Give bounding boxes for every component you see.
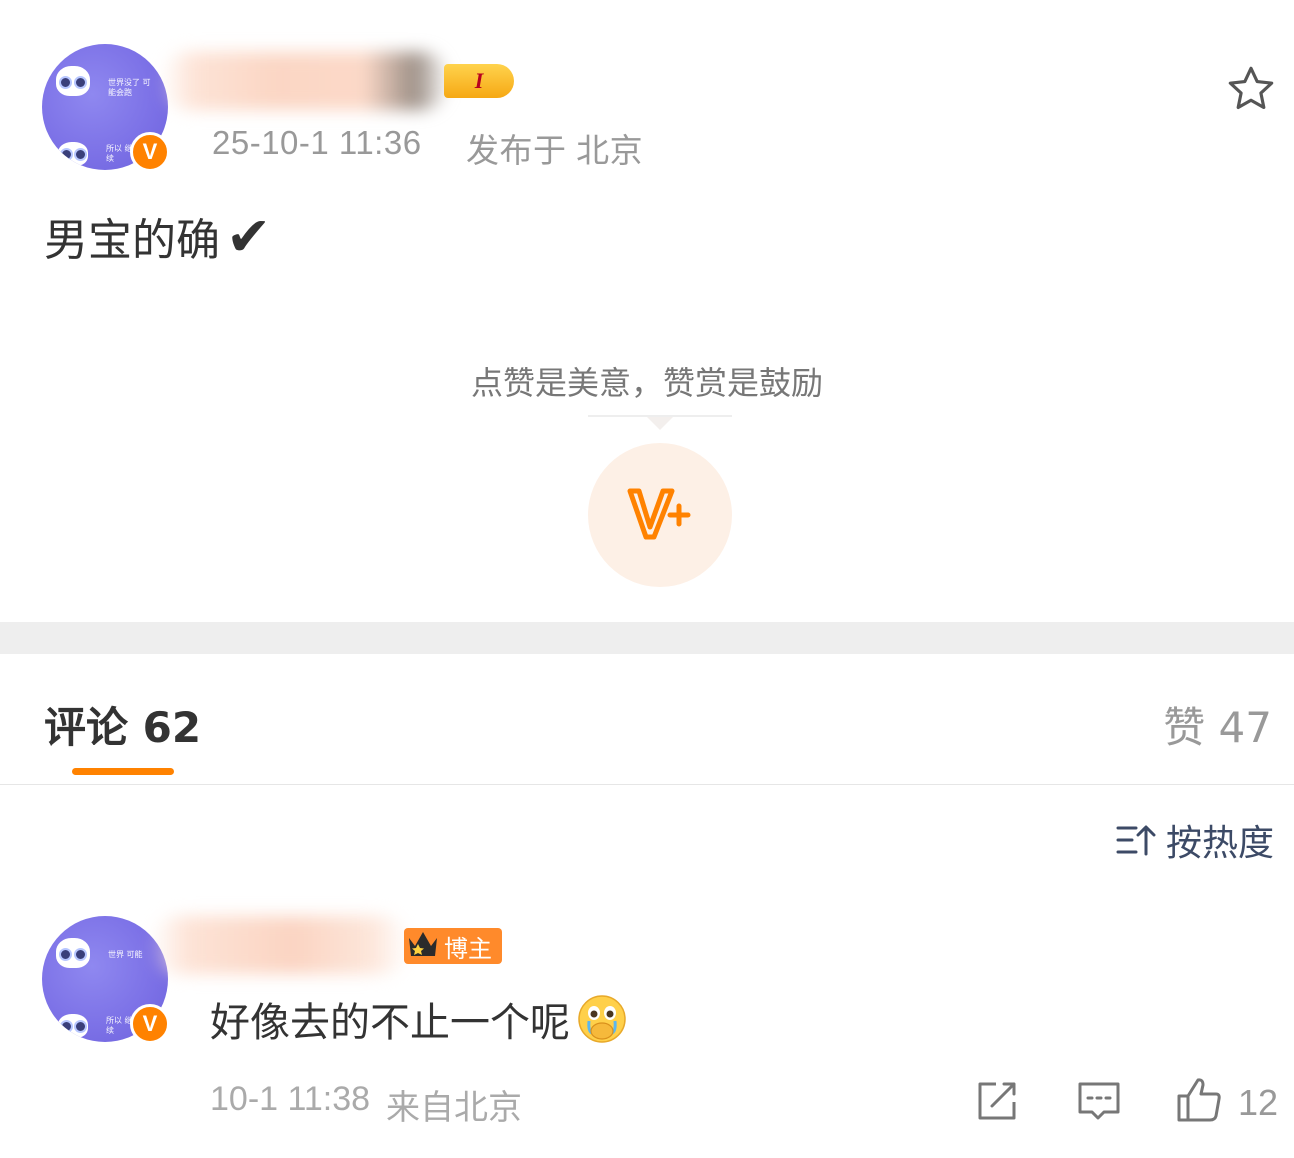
avatar-character bbox=[56, 66, 90, 96]
post-body-text: 男宝的确 bbox=[44, 215, 220, 266]
tab-active-indicator bbox=[72, 768, 174, 775]
avatar-caption-top: 世界 可能 bbox=[108, 950, 143, 959]
comment-body: 好像去的不止一个呢 bbox=[210, 990, 628, 1048]
author-name-blurred[interactable] bbox=[160, 52, 450, 110]
avatar-character bbox=[56, 938, 90, 968]
avatar-caption-top: 世界没了 可能会跑 bbox=[108, 78, 151, 97]
sort-by-hot-button[interactable]: 按热度 bbox=[1116, 814, 1274, 866]
comment-location: 来自北京 bbox=[386, 1089, 522, 1127]
comment-author-name-blurred[interactable] bbox=[150, 916, 410, 974]
avatar-character-2 bbox=[58, 1014, 88, 1038]
post-timestamp: 25-10-1 11:36 bbox=[212, 124, 422, 161]
section-divider bbox=[0, 622, 1294, 654]
comment-like-count: 12 bbox=[1238, 1082, 1279, 1123]
favorite-star-icon[interactable] bbox=[1224, 62, 1278, 116]
check-mark-emoji: ✔ bbox=[226, 204, 272, 268]
avatar-character-2 bbox=[58, 142, 88, 166]
reward-v-plus-icon bbox=[627, 488, 691, 540]
crown-icon bbox=[409, 932, 437, 956]
verified-badge: V bbox=[130, 132, 170, 172]
sort-icon bbox=[1116, 825, 1156, 856]
comment-verified-badge: V bbox=[130, 1004, 170, 1044]
reward-button[interactable] bbox=[588, 443, 732, 587]
level-badge[interactable]: I bbox=[444, 64, 514, 98]
reply-comment-icon[interactable] bbox=[1076, 1078, 1122, 1124]
post-body: 男宝的确 ✔ bbox=[44, 204, 271, 268]
repost-icon[interactable] bbox=[974, 1078, 1020, 1124]
tab-likes[interactable]: 赞 47 bbox=[1163, 694, 1272, 755]
like-thumb-icon[interactable] bbox=[1176, 1076, 1222, 1122]
post-location: 发布于 北京 bbox=[466, 132, 644, 169]
crying-emoji-icon bbox=[578, 995, 626, 1043]
reward-tip-arrow bbox=[647, 417, 673, 430]
sort-label: 按热度 bbox=[1165, 823, 1274, 864]
owner-badge: 博主 bbox=[404, 928, 502, 964]
tabs-divider bbox=[0, 784, 1294, 785]
comment-text: 好像去的不止一个呢 bbox=[210, 1000, 570, 1046]
reward-hint-text: 点赞是美意，赞赏是鼓励 bbox=[470, 364, 823, 402]
comment-time: 10-1 11:38 bbox=[210, 1080, 371, 1118]
owner-badge-label: 博主 bbox=[444, 934, 492, 963]
tab-comments[interactable]: 评论 62 bbox=[44, 694, 201, 755]
